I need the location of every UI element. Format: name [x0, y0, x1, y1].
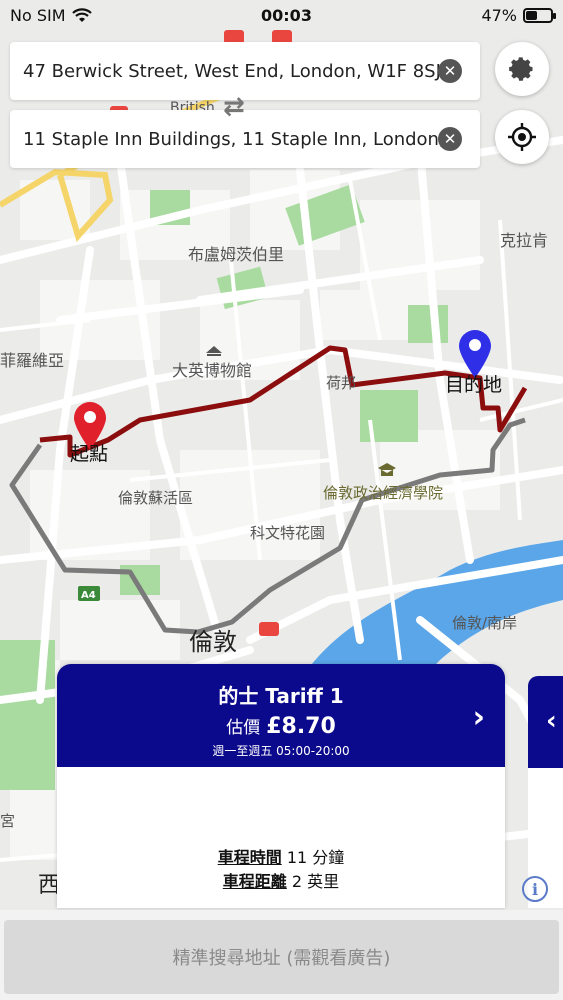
map-label-london: 倫敦 [189, 628, 237, 656]
gear-icon [509, 57, 533, 81]
precise-search-button[interactable]: 精準搜尋地址 (需觀看廣告) [4, 920, 559, 994]
locate-button[interactable] [495, 110, 549, 164]
chevron-right-icon[interactable]: › [473, 700, 485, 735]
trip-details: 車程時間 11 分鐘 車程距離 2 英里 [57, 846, 505, 894]
wifi-icon [71, 7, 92, 22]
fare-price-row: 估價 £8.70 [57, 713, 505, 739]
map-label-clerkenwell: 克拉肯 [500, 231, 548, 250]
duration-label: 車程時間 [217, 848, 282, 867]
battery-icon [523, 7, 556, 23]
map-label-museum: 大英博物館 [172, 361, 252, 380]
map-label-fitzrovia: 菲羅維亞 [0, 351, 64, 370]
origin-field[interactable]: 47 Berwick Street, West End, London, W1F… [10, 42, 480, 100]
fare-card-header[interactable]: 的士 Tariff 1 估價 £8.70 週一至週五 05:00-20:00 › [57, 664, 505, 767]
swap-icon[interactable]: ⇄ [223, 92, 245, 122]
map-label-soho: 倫敦蘇活區 [118, 489, 193, 507]
road-shield-label: A4 [81, 590, 96, 601]
battery-percent: 47% [481, 5, 517, 25]
estimate-label: 估價 [226, 718, 261, 738]
map-label-covent-garden: 科文特花園 [250, 524, 325, 542]
destination-label: 目的地 [445, 374, 502, 396]
origin-address[interactable]: 47 Berwick Street, West End, London, W1F… [10, 61, 443, 82]
fare-price: £8.70 [266, 714, 336, 739]
bottom-bar: 精準搜尋地址 (需觀看廣告) [0, 910, 563, 1000]
map-label-southwark: 倫敦/南岸 [452, 614, 517, 632]
map-label-palace: 宮 [0, 812, 15, 830]
destination-address[interactable]: 11 Staple Inn Buildings, 11 Staple Inn, … [10, 129, 443, 150]
clear-origin-button[interactable]: ✕ [438, 59, 462, 83]
status-bar: No SIM 00:03 47% [0, 0, 563, 30]
chevron-left-icon[interactable]: ‹ [546, 706, 557, 736]
fare-title: 的士 Tariff 1 [218, 684, 344, 708]
fare-card[interactable]: 的士 Tariff 1 估價 £8.70 週一至週五 05:00-20:00 › … [57, 664, 505, 908]
map-label-lse: 倫敦政治經濟學院 [323, 484, 443, 502]
carrier-label: No SIM [10, 5, 66, 25]
start-label: 起點 [70, 443, 108, 465]
fare-hours: 週一至週五 05:00-20:00 [212, 744, 350, 758]
map-label-holborn: 荷邦 [326, 374, 356, 392]
map-label-bloomsbury: 布盧姆茨伯里 [188, 245, 284, 264]
duration-value: 11 分鐘 [286, 848, 345, 867]
clock: 00:03 [261, 5, 312, 25]
crosshair-icon [508, 123, 536, 151]
next-fare-card-peek[interactable]: ‹ [528, 676, 563, 768]
clear-destination-button[interactable]: ✕ [438, 127, 462, 151]
distance-value: 2 英里 [291, 872, 340, 891]
destination-field[interactable]: 11 Staple Inn Buildings, 11 Staple Inn, … [10, 110, 480, 168]
distance-label: 車程距離 [222, 872, 287, 891]
settings-button[interactable] [495, 42, 549, 96]
info-icon[interactable]: i [522, 876, 548, 902]
